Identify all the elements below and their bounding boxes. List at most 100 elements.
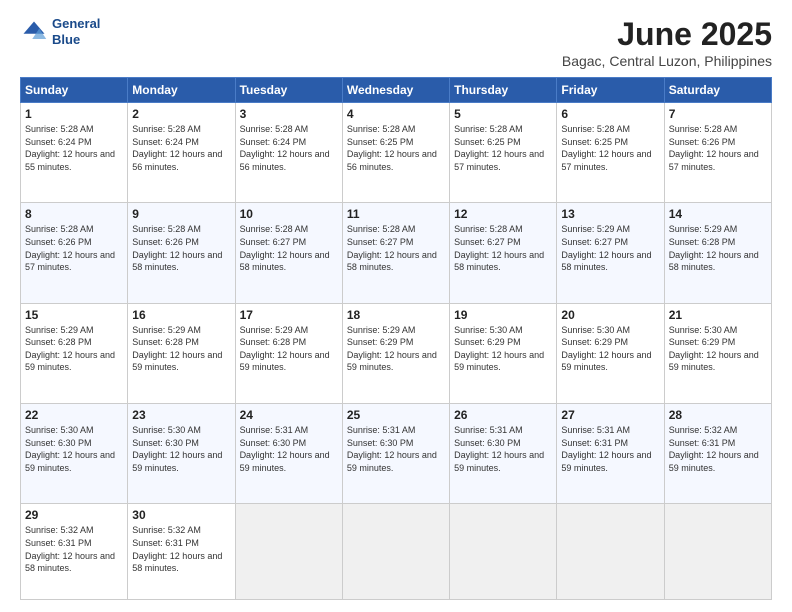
day-number: 12 <box>454 207 552 221</box>
subtitle: Bagac, Central Luzon, Philippines <box>562 53 772 69</box>
day-info: Sunrise: 5:28 AMSunset: 6:26 PMDaylight:… <box>132 224 222 272</box>
calendar-row: 8Sunrise: 5:28 AMSunset: 6:26 PMDaylight… <box>21 203 772 303</box>
day-number: 14 <box>669 207 767 221</box>
day-number: 22 <box>25 408 123 422</box>
logo-line1: General <box>52 16 100 31</box>
day-number: 10 <box>240 207 338 221</box>
day-number: 21 <box>669 308 767 322</box>
day-number: 27 <box>561 408 659 422</box>
day-number: 26 <box>454 408 552 422</box>
calendar-cell: 25 Sunrise: 5:31 AMSunset: 6:30 PMDayligh… <box>342 403 449 503</box>
calendar-cell <box>342 504 449 600</box>
page: General Blue June 2025 Bagac, Central Lu… <box>0 0 792 612</box>
day-number: 2 <box>132 107 230 121</box>
day-info: Sunrise: 5:29 AMSunset: 6:29 PMDaylight:… <box>347 325 437 373</box>
calendar-cell: 17 Sunrise: 5:29 AMSunset: 6:28 PMDayligh… <box>235 303 342 403</box>
calendar-cell <box>450 504 557 600</box>
calendar-cell: 8Sunrise: 5:28 AMSunset: 6:26 PMDaylight… <box>21 203 128 303</box>
day-info: Sunrise: 5:28 AMSunset: 6:25 PMDaylight:… <box>561 124 651 172</box>
calendar-row: 15Sunrise: 5:29 AMSunset: 6:28 PMDayligh… <box>21 303 772 403</box>
day-info: Sunrise: 5:28 AMSunset: 6:24 PMDaylight:… <box>25 124 115 172</box>
calendar-cell: 4 Sunrise: 5:28 AMSunset: 6:25 PMDaylight… <box>342 103 449 203</box>
logo: General Blue <box>20 16 100 47</box>
weekday-header: Friday <box>557 78 664 103</box>
calendar-cell: 14 Sunrise: 5:29 AMSunset: 6:28 PMDayligh… <box>664 203 771 303</box>
day-info: Sunrise: 5:28 AMSunset: 6:25 PMDaylight:… <box>454 124 544 172</box>
day-number: 9 <box>132 207 230 221</box>
calendar-body: 1 Sunrise: 5:28 AMSunset: 6:24 PMDaylight… <box>21 103 772 600</box>
calendar-cell: 2 Sunrise: 5:28 AMSunset: 6:24 PMDaylight… <box>128 103 235 203</box>
day-number: 1 <box>25 107 123 121</box>
calendar-cell: 15Sunrise: 5:29 AMSunset: 6:28 PMDayligh… <box>21 303 128 403</box>
day-info: Sunrise: 5:28 AMSunset: 6:24 PMDaylight:… <box>240 124 330 172</box>
calendar-cell: 29 Sunrise: 5:32 AMSunset: 6:31 PMDayligh… <box>21 504 128 600</box>
calendar-cell: 24 Sunrise: 5:31 AMSunset: 6:30 PMDayligh… <box>235 403 342 503</box>
day-number: 25 <box>347 408 445 422</box>
day-number: 18 <box>347 308 445 322</box>
weekday-header: Wednesday <box>342 78 449 103</box>
calendar-cell <box>235 504 342 600</box>
day-info: Sunrise: 5:29 AMSunset: 6:28 PMDaylight:… <box>240 325 330 373</box>
day-info: Sunrise: 5:30 AMSunset: 6:29 PMDaylight:… <box>561 325 651 373</box>
calendar-cell: 27 Sunrise: 5:31 AMSunset: 6:31 PMDayligh… <box>557 403 664 503</box>
day-number: 30 <box>132 508 230 522</box>
day-info: Sunrise: 5:32 AMSunset: 6:31 PMDaylight:… <box>132 525 222 573</box>
day-number: 6 <box>561 107 659 121</box>
day-info: Sunrise: 5:31 AMSunset: 6:30 PMDaylight:… <box>240 425 330 473</box>
calendar-cell: 18 Sunrise: 5:29 AMSunset: 6:29 PMDayligh… <box>342 303 449 403</box>
day-number: 3 <box>240 107 338 121</box>
logo-text: General Blue <box>52 16 100 47</box>
day-info: Sunrise: 5:28 AMSunset: 6:25 PMDaylight:… <box>347 124 437 172</box>
day-info: Sunrise: 5:29 AMSunset: 6:28 PMDaylight:… <box>25 325 115 373</box>
day-number: 19 <box>454 308 552 322</box>
calendar-cell: 16 Sunrise: 5:29 AMSunset: 6:28 PMDayligh… <box>128 303 235 403</box>
weekday-header: Tuesday <box>235 78 342 103</box>
calendar-cell: 6 Sunrise: 5:28 AMSunset: 6:25 PMDaylight… <box>557 103 664 203</box>
calendar-cell: 21Sunrise: 5:30 AMSunset: 6:29 PMDayligh… <box>664 303 771 403</box>
weekday-header: Monday <box>128 78 235 103</box>
day-info: Sunrise: 5:28 AMSunset: 6:26 PMDaylight:… <box>669 124 759 172</box>
day-number: 24 <box>240 408 338 422</box>
day-info: Sunrise: 5:32 AMSunset: 6:31 PMDaylight:… <box>25 525 115 573</box>
main-title: June 2025 <box>562 16 772 53</box>
day-info: Sunrise: 5:30 AMSunset: 6:29 PMDaylight:… <box>454 325 544 373</box>
day-info: Sunrise: 5:29 AMSunset: 6:28 PMDaylight:… <box>669 224 759 272</box>
day-info: Sunrise: 5:28 AMSunset: 6:27 PMDaylight:… <box>454 224 544 272</box>
calendar-table: SundayMondayTuesdayWednesdayThursdayFrid… <box>20 77 772 600</box>
title-block: June 2025 Bagac, Central Luzon, Philippi… <box>562 16 772 69</box>
day-info: Sunrise: 5:31 AMSunset: 6:30 PMDaylight:… <box>454 425 544 473</box>
header: General Blue June 2025 Bagac, Central Lu… <box>20 16 772 69</box>
day-number: 11 <box>347 207 445 221</box>
calendar-cell: 20Sunrise: 5:30 AMSunset: 6:29 PMDayligh… <box>557 303 664 403</box>
day-info: Sunrise: 5:30 AMSunset: 6:30 PMDaylight:… <box>132 425 222 473</box>
day-number: 16 <box>132 308 230 322</box>
calendar-cell: 1 Sunrise: 5:28 AMSunset: 6:24 PMDaylight… <box>21 103 128 203</box>
day-info: Sunrise: 5:30 AMSunset: 6:30 PMDaylight:… <box>25 425 115 473</box>
calendar-cell: 23Sunrise: 5:30 AMSunset: 6:30 PMDayligh… <box>128 403 235 503</box>
weekday-header: Saturday <box>664 78 771 103</box>
weekday-header-row: SundayMondayTuesdayWednesdayThursdayFrid… <box>21 78 772 103</box>
day-number: 17 <box>240 308 338 322</box>
calendar-cell: 19 Sunrise: 5:30 AMSunset: 6:29 PMDayligh… <box>450 303 557 403</box>
day-info: Sunrise: 5:28 AMSunset: 6:24 PMDaylight:… <box>132 124 222 172</box>
calendar-cell: 28Sunrise: 5:32 AMSunset: 6:31 PMDayligh… <box>664 403 771 503</box>
day-info: Sunrise: 5:28 AMSunset: 6:27 PMDaylight:… <box>347 224 437 272</box>
calendar-cell: 9 Sunrise: 5:28 AMSunset: 6:26 PMDaylight… <box>128 203 235 303</box>
day-info: Sunrise: 5:31 AMSunset: 6:31 PMDaylight:… <box>561 425 651 473</box>
calendar-cell: 7Sunrise: 5:28 AMSunset: 6:26 PMDaylight… <box>664 103 771 203</box>
day-number: 4 <box>347 107 445 121</box>
logo-line2: Blue <box>52 32 80 47</box>
calendar-cell: 12 Sunrise: 5:28 AMSunset: 6:27 PMDayligh… <box>450 203 557 303</box>
weekday-header: Sunday <box>21 78 128 103</box>
day-info: Sunrise: 5:32 AMSunset: 6:31 PMDaylight:… <box>669 425 759 473</box>
calendar-row: 29 Sunrise: 5:32 AMSunset: 6:31 PMDayligh… <box>21 504 772 600</box>
day-number: 29 <box>25 508 123 522</box>
calendar-row: 1 Sunrise: 5:28 AMSunset: 6:24 PMDaylight… <box>21 103 772 203</box>
calendar-cell: 5Sunrise: 5:28 AMSunset: 6:25 PMDaylight… <box>450 103 557 203</box>
day-info: Sunrise: 5:29 AMSunset: 6:27 PMDaylight:… <box>561 224 651 272</box>
calendar-cell <box>557 504 664 600</box>
calendar-cell: 22 Sunrise: 5:30 AMSunset: 6:30 PMDayligh… <box>21 403 128 503</box>
day-info: Sunrise: 5:31 AMSunset: 6:30 PMDaylight:… <box>347 425 437 473</box>
calendar-cell: 10Sunrise: 5:28 AMSunset: 6:27 PMDayligh… <box>235 203 342 303</box>
day-info: Sunrise: 5:29 AMSunset: 6:28 PMDaylight:… <box>132 325 222 373</box>
